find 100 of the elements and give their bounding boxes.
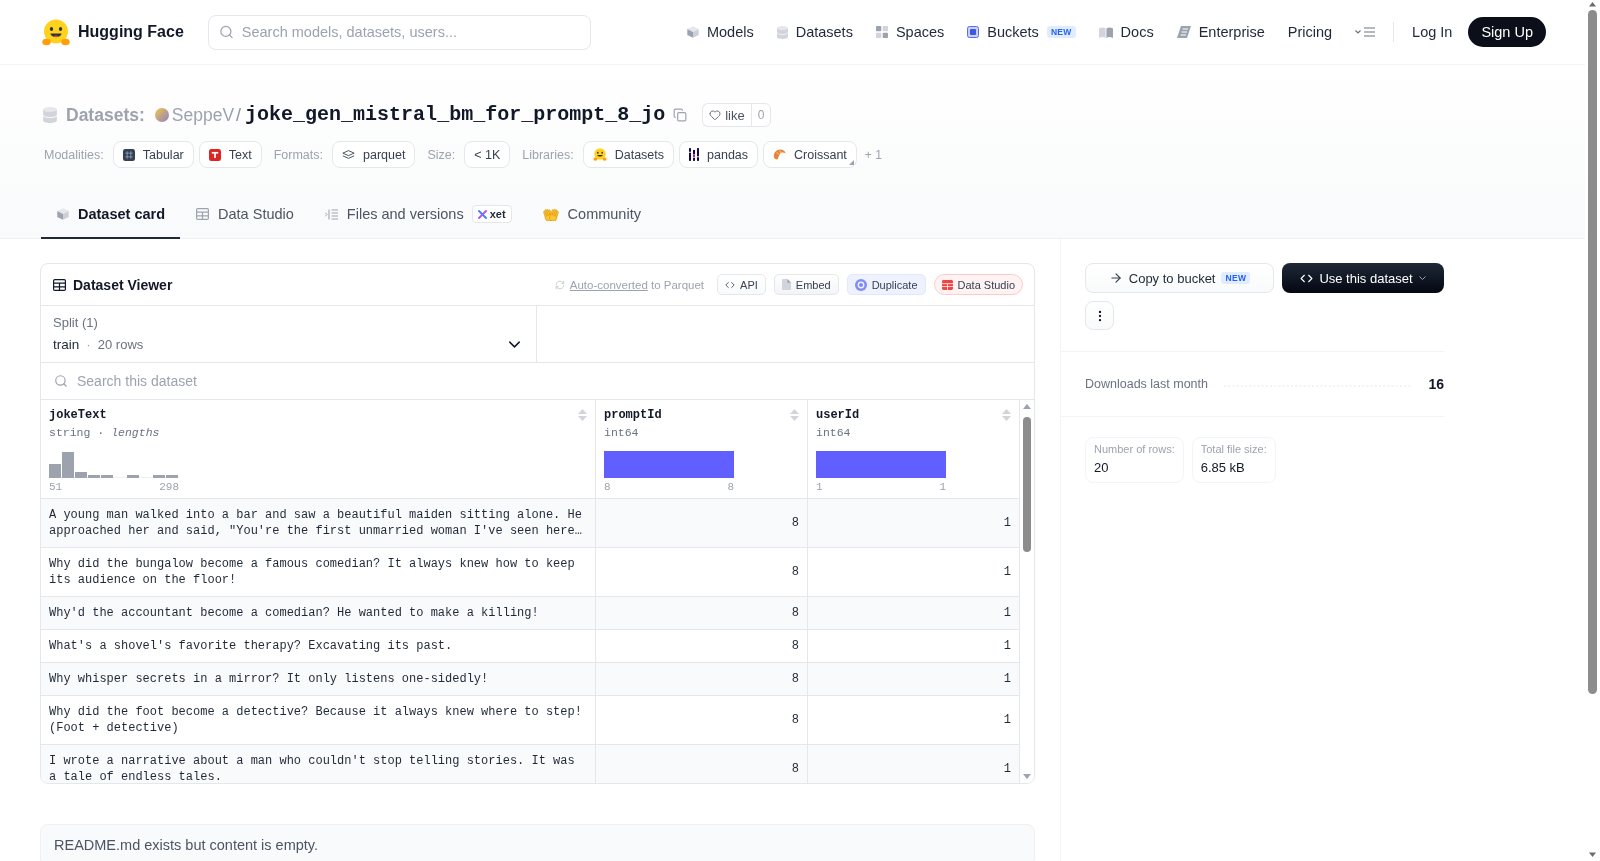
- copy-icon[interactable]: [673, 108, 688, 122]
- arrow-right-icon: [1108, 271, 1123, 285]
- tag-chip[interactable]: < 1K: [464, 141, 511, 168]
- table-icon: [941, 279, 953, 290]
- action-button[interactable]: Embed: [773, 274, 839, 295]
- letter-t-icon: [208, 148, 221, 161]
- new-badge: NEW: [1046, 25, 1076, 39]
- table-cell: 1: [808, 663, 1020, 696]
- layers-icon: [342, 150, 355, 159]
- nav-link[interactable]: Buckets NEW: [967, 24, 1076, 40]
- table-cell: 8: [596, 499, 808, 548]
- stat-label: Number of rows:: [1094, 443, 1175, 456]
- code-icon: [725, 279, 736, 290]
- split-label: Split (1): [53, 315, 99, 331]
- table-cell: 1: [808, 499, 1020, 548]
- refresh-icon: [554, 279, 565, 290]
- database-icon: [43, 107, 57, 123]
- nav-link[interactable]: Docs: [1098, 24, 1154, 40]
- viewer-title: Dataset Viewer: [73, 276, 173, 293]
- downloads-label: Downloads last month: [1085, 377, 1208, 391]
- square-icon: [967, 26, 980, 38]
- login-link[interactable]: Log In: [1412, 24, 1453, 40]
- nav-link[interactable]: Spaces: [875, 24, 945, 40]
- column-name: userId: [816, 408, 860, 422]
- column-header[interactable]: promptId int64 8 8: [596, 400, 808, 499]
- readme-notice: README.md exists but content is empty.: [40, 824, 1035, 861]
- cube-icon: [57, 208, 69, 220]
- path-separator: /: [236, 104, 242, 126]
- action-button[interactable]: Data Studio: [933, 274, 1023, 295]
- table-cell: 8: [596, 696, 808, 745]
- range-max: 1: [939, 481, 946, 494]
- sort-icon[interactable]: [790, 409, 799, 421]
- avatar-icon: [154, 108, 169, 122]
- tag-chip[interactable]: Text: [198, 141, 262, 168]
- tag-group-label: Size:: [427, 147, 456, 162]
- repo-type-label: Datasets:: [66, 104, 145, 126]
- table-cell: A young man walked into a bar and saw a beautiful maiden sitting alone. He approached her and said, "You're the first unmarried woman I've seen here…: [41, 499, 596, 548]
- split-dropdown[interactable]: train · 20 rows: [53, 334, 524, 354]
- logo-icon: [42, 18, 70, 46]
- like-button[interactable]: like: [702, 103, 751, 127]
- sort-icon[interactable]: [1002, 409, 1011, 421]
- table-cell: Why whisper secrets in a mirror? It only listens one-sidedly!: [41, 663, 596, 696]
- tab[interactable]: Community: [526, 191, 656, 239]
- tag-group-label: Libraries:: [522, 147, 574, 162]
- range-min: 1: [816, 481, 823, 494]
- range-max: 298: [159, 481, 179, 494]
- nav-link[interactable]: Pricing: [1287, 24, 1333, 40]
- like-count: 0: [750, 103, 772, 127]
- table-cell: 8: [596, 663, 808, 696]
- column-type: int64: [604, 426, 639, 440]
- downloads-count: 16: [1428, 376, 1444, 392]
- nav-link[interactable]: Models: [686, 24, 754, 40]
- nav-link[interactable]: Enterprise: [1176, 24, 1265, 40]
- hands-icon: [542, 207, 559, 221]
- use-dataset-button[interactable]: Use this dataset: [1282, 263, 1444, 293]
- tag-chip[interactable]: Croissant: [763, 141, 857, 168]
- tag-chip[interactable]: parquet: [332, 141, 416, 168]
- conversion-note: Auto-converted to Parquet: [569, 278, 705, 291]
- stat-value: 20: [1094, 460, 1110, 476]
- book-icon: [1098, 26, 1113, 38]
- table-cell: 1: [808, 548, 1020, 597]
- smiley-icon: [592, 148, 607, 161]
- signup-button[interactable]: Sign Up: [1468, 17, 1546, 47]
- bars-icon: [689, 148, 700, 161]
- more-options-button[interactable]: [1085, 301, 1114, 330]
- stat-label: Total file size:: [1200, 443, 1267, 456]
- tag-chip[interactable]: Datasets: [582, 141, 675, 168]
- column-type: int64: [816, 426, 851, 440]
- home-link[interactable]: Hugging Face: [42, 18, 184, 46]
- tab[interactable]: Files and versions xet: [308, 191, 527, 239]
- action-button[interactable]: Duplicate: [846, 274, 926, 295]
- table-cell: 1: [808, 630, 1020, 663]
- file-icon: [781, 279, 791, 290]
- list-icon: [324, 208, 338, 220]
- new-badge: NEW: [1221, 271, 1251, 285]
- tag-group-label: Modalities:: [44, 147, 104, 162]
- cube-icon: [686, 26, 699, 38]
- caret-icon: [1418, 276, 1426, 280]
- table-cell: Why'd the accountant become a comedian? He wanted to make a killing!: [41, 597, 596, 630]
- heart-icon: [709, 109, 722, 121]
- cross-icon: [477, 209, 487, 219]
- tab[interactable]: Dataset card: [41, 191, 181, 239]
- tag-chip[interactable]: pandas: [679, 141, 759, 168]
- column-header[interactable]: userId int64 1 1: [808, 400, 1020, 499]
- stat-value: 6.85 kB: [1200, 460, 1246, 476]
- column-header[interactable]: jokeText string · lengths 51 298: [41, 400, 596, 499]
- table-cell: Why did the foot become a detective? Because it always knew where to step! (Foot + detective): [41, 696, 596, 745]
- table-cell: 8: [596, 745, 808, 783]
- copy-to-bucket-button[interactable]: Copy to bucket NEW: [1085, 263, 1274, 293]
- croissant-icon: [773, 149, 787, 160]
- search-field[interactable]: Search models, datasets, users...: [207, 14, 591, 50]
- menu-icon[interactable]: [1355, 27, 1376, 37]
- action-button[interactable]: API: [717, 274, 766, 295]
- table-cell: I wrote a narrative about a man who couldn't stop telling stories. It was a tale of endless tales.: [41, 745, 596, 783]
- table-cell: Why did the bungalow become a famous comedian? It always knew how to keep its audience on the floor!: [41, 548, 596, 597]
- column-type: string · lengths: [49, 426, 160, 440]
- nav-link[interactable]: Datasets: [776, 24, 853, 40]
- tag-chip[interactable]: Tabular: [112, 141, 194, 168]
- sort-icon[interactable]: [578, 409, 587, 421]
- tab[interactable]: Data Studio: [180, 191, 309, 239]
